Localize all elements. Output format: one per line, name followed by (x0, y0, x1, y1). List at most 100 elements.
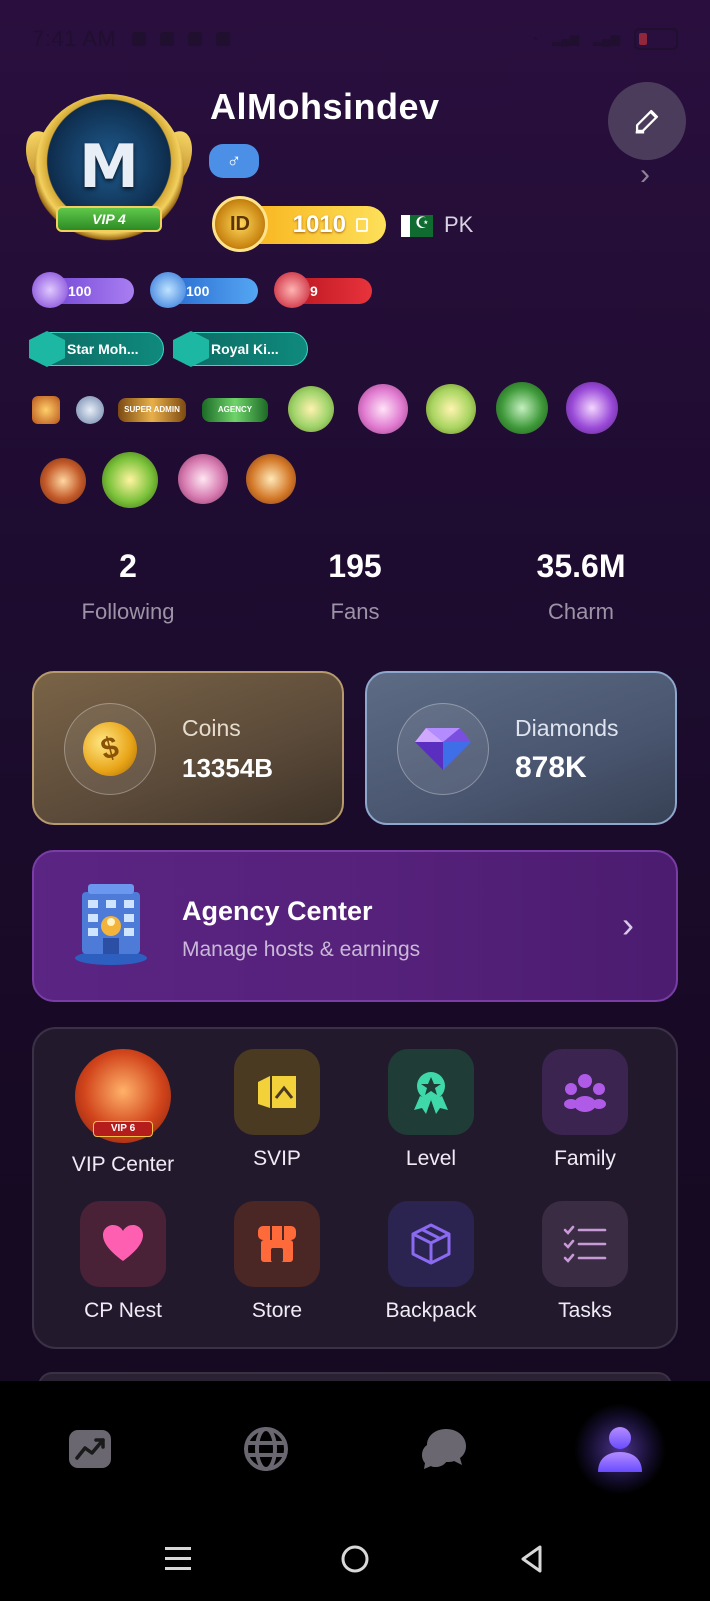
heart-level-value: 9 (310, 283, 318, 299)
svip-icon (234, 1049, 320, 1135)
charm-stat[interactable]: 35.6M Charm (471, 548, 691, 625)
signal-icon: ▂▄▆ (552, 32, 580, 46)
agency-center-title: Agency Center (182, 896, 373, 926)
medal-icon[interactable] (102, 452, 158, 508)
signal-icon: ▂▄▆ (593, 32, 620, 46)
notification-icon (132, 32, 147, 46)
medal-icon[interactable] (496, 382, 548, 434)
avatar[interactable]: M VIP 4 (18, 94, 200, 244)
diamonds-label: Diamonds (515, 715, 619, 741)
notification-icon (160, 32, 175, 46)
level-badges: 100 100 9 (32, 272, 372, 308)
system-navigation-bar (0, 1511, 710, 1601)
edit-profile-button[interactable] (608, 82, 686, 160)
chat-icon (422, 1429, 466, 1469)
heart-level-badge: 9 (274, 272, 372, 308)
medal-icon[interactable] (32, 396, 60, 424)
medal-icon[interactable] (358, 384, 408, 434)
super-admin-medal-icon[interactable]: SUPER ADMIN (118, 398, 186, 422)
tasks-label: Tasks (558, 1299, 612, 1322)
charm-label: Charm (547, 599, 614, 624)
fans-count: 195 (328, 548, 382, 584)
following-stat[interactable]: 2 Following (18, 548, 238, 625)
copy-icon[interactable] (356, 218, 368, 232)
wealth-level-badge: 100 (32, 272, 134, 308)
recent-apps-button[interactable] (158, 1539, 198, 1579)
coins-card[interactable]: $ Coins 13354B (32, 671, 344, 825)
cp-nest-button[interactable]: CP Nest (48, 1201, 198, 1323)
agency-center-subtitle: Manage hosts & earnings (182, 938, 421, 961)
diamond-icon-circle (397, 703, 489, 795)
vip-center-label: VIP Center (71, 1153, 175, 1176)
vip-center-button[interactable]: VIP 6 VIP Center (48, 1049, 198, 1177)
medal-icon[interactable] (246, 454, 296, 504)
avatar-letter: M (79, 132, 139, 202)
hexagon-badge-icon (173, 331, 209, 367)
agency-building-icon (75, 884, 147, 965)
country-code: PK (444, 212, 474, 237)
user-id-value: 1010 (292, 211, 346, 238)
nav-trending[interactable] (50, 1409, 130, 1489)
store-button[interactable]: Store (202, 1201, 352, 1323)
store-icon (234, 1201, 320, 1287)
title-badge[interactable]: Star Moh... (29, 331, 164, 367)
coin-icon-circle: $ (64, 703, 156, 795)
back-triangle-icon (521, 1545, 542, 1573)
id-badge-icon: ID (212, 196, 268, 252)
menu-lines-icon (165, 1547, 191, 1570)
hexagon-badge-icon (29, 331, 65, 367)
diamonds-value: 878K (515, 751, 587, 784)
diamonds-card[interactable]: Diamonds 878K (365, 671, 677, 825)
backpack-button[interactable]: Backpack (356, 1201, 506, 1323)
coin-icon: $ (76, 715, 144, 783)
battery-icon (634, 28, 678, 50)
status-time: 7:41 AM (32, 26, 117, 51)
bottom-navigation (0, 1381, 710, 1511)
level-button[interactable]: Level (356, 1049, 506, 1171)
vip-crest-icon: VIP 6 (75, 1049, 171, 1143)
back-button[interactable] (512, 1539, 552, 1579)
medal-icon[interactable] (566, 382, 618, 434)
feature-grid: VIP 6 VIP Center SVIP Level Family CP Ne… (32, 1027, 678, 1349)
notification-icon (188, 32, 203, 46)
nav-explore[interactable] (226, 1409, 306, 1489)
agency-medal-icon[interactable]: AGENCY (202, 398, 268, 422)
nav-messages[interactable] (404, 1409, 484, 1489)
trending-icon (69, 1430, 111, 1468)
level-award-icon (388, 1049, 474, 1135)
agency-center-card[interactable]: Agency Center Manage hosts & earnings › (32, 850, 678, 1002)
charm-count: 35.6M (536, 548, 626, 584)
globe-icon (244, 1427, 288, 1471)
medal-icon[interactable] (76, 396, 104, 424)
notification-icons (132, 32, 231, 46)
vip-level-ribbon: VIP 4 (56, 206, 162, 232)
coins-value: 13354B (182, 753, 274, 783)
nav-profile[interactable] (574, 1403, 666, 1495)
title-badge[interactable]: Royal Ki... (173, 331, 308, 367)
medal-icon[interactable] (40, 458, 86, 504)
medal-icon[interactable] (178, 454, 228, 504)
home-circle-icon (341, 1545, 369, 1573)
tasks-button[interactable]: Tasks (510, 1201, 660, 1323)
pencil-icon (635, 109, 659, 134)
store-label: Store (251, 1299, 303, 1322)
wifi-icon: ◔ (530, 32, 539, 46)
medal-icon[interactable] (288, 386, 334, 432)
family-button[interactable]: Family (510, 1049, 660, 1171)
chevron-right-icon: › (622, 904, 634, 945)
home-button[interactable] (335, 1539, 375, 1579)
medal-icon[interactable] (426, 384, 476, 434)
svip-button[interactable]: SVIP (202, 1049, 352, 1171)
username: AlMohsindev (210, 86, 440, 127)
fans-stat[interactable]: 195 Fans (245, 548, 465, 625)
chevron-right-icon[interactable]: › (640, 158, 650, 192)
title-badge-label: Royal Ki... (211, 341, 279, 357)
family-label: Family (554, 1147, 616, 1170)
backpack-label: Backpack (385, 1299, 477, 1322)
diamond-icon (415, 728, 471, 770)
tasks-list-icon (542, 1201, 628, 1287)
vip-6-ribbon: VIP 6 (93, 1121, 153, 1137)
charm-level-value: 100 (186, 283, 210, 299)
cp-nest-label: CP Nest (84, 1299, 162, 1322)
following-label: Following (81, 599, 175, 624)
